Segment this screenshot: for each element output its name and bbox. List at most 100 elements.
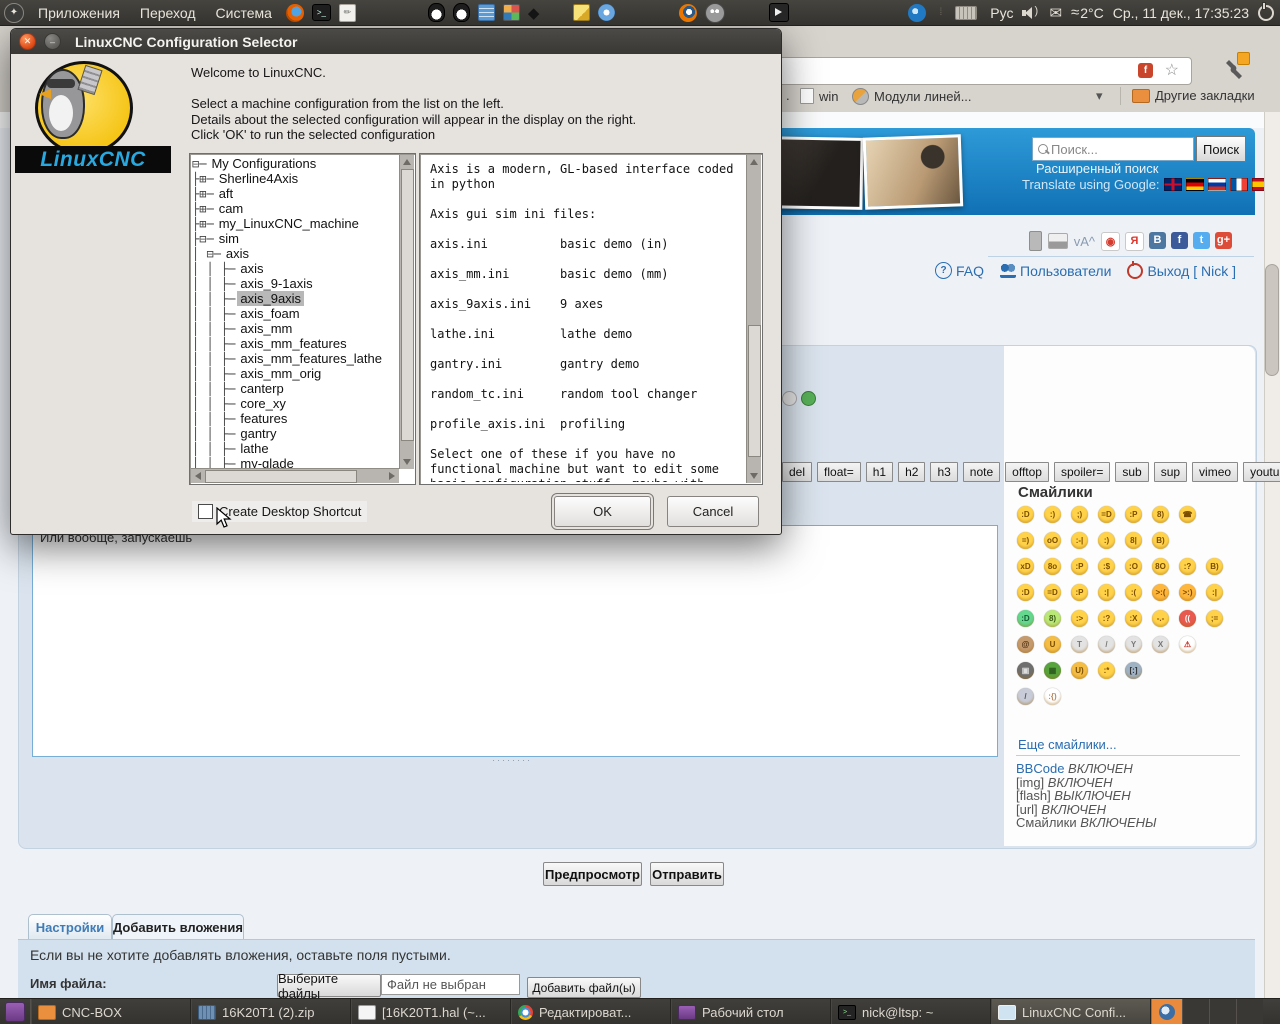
tree-item[interactable]: │ │ ├─ axis_mm_features_lathe — [192, 351, 399, 366]
smiley-icon[interactable]: :* — [1098, 662, 1115, 679]
notes-launcher-icon[interactable] — [477, 4, 495, 21]
tree-hscroll-thumb[interactable] — [205, 470, 357, 483]
description-vscrollbar[interactable] — [746, 155, 761, 483]
smiley-icon[interactable]: T — [1071, 636, 1088, 653]
palette-launcher-icon[interactable] — [502, 4, 520, 21]
smiley-icon[interactable]: ☎ — [1179, 506, 1196, 523]
faq-link[interactable]: ? FAQ — [935, 262, 984, 279]
bbcode-button-sup[interactable]: sup — [1153, 462, 1188, 482]
tree-item[interactable]: │ │ ├─ axis_foam — [192, 306, 399, 321]
tree-item[interactable]: │ │ ├─ axis_mm_orig — [192, 366, 399, 381]
workspace-cell-3[interactable] — [1236, 999, 1263, 1024]
gplus-icon[interactable]: g+ — [1215, 231, 1232, 249]
keyboard-layout-label[interactable]: Рус — [990, 5, 1013, 21]
smiley-icon[interactable]: :) — [1098, 532, 1115, 549]
bbcode-button-h2[interactable]: h2 — [898, 462, 926, 482]
flag-ru-icon[interactable] — [1207, 178, 1226, 191]
file-manager-launcher-icon[interactable] — [769, 3, 790, 22]
tree-item[interactable]: ├⊞─ my_LinuxCNC_machine — [192, 216, 399, 231]
tree-item[interactable]: │ │ ├─ lathe — [192, 441, 399, 456]
mobile-version-icon[interactable] — [1028, 231, 1042, 251]
taskbar-item[interactable]: 16K20T1 (2).zip — [191, 999, 351, 1024]
linuxcnc-launcher-icon[interactable] — [427, 3, 445, 22]
terminal-launcher-icon[interactable]: >_ — [311, 4, 331, 21]
firefox-launcher-icon[interactable] — [285, 3, 304, 22]
bookmark-modules[interactable]: Модули линей... — [852, 88, 972, 105]
smiley-icon[interactable]: (( — [1179, 610, 1196, 627]
bbcode-button-offtop[interactable]: offtop — [1005, 462, 1049, 482]
tree-item[interactable]: ├⊟─ sim — [192, 231, 399, 246]
smiley-icon[interactable]: :) — [1044, 506, 1061, 523]
smiley-icon[interactable]: / — [1017, 688, 1034, 705]
description-vscroll-thumb[interactable] — [748, 325, 761, 457]
scroll-down-icon[interactable] — [750, 473, 758, 479]
smiley-icon[interactable]: 8O — [1152, 558, 1169, 575]
preview-button[interactable]: Предпросмотр — [543, 862, 642, 886]
scroll-left-icon[interactable] — [195, 472, 201, 480]
chevron-down-icon[interactable]: ▾ — [1096, 88, 1103, 104]
smiley-icon[interactable]: :D — [1017, 584, 1034, 601]
tab-add-attachments[interactable]: Добавить вложения — [112, 914, 244, 940]
tree-hscrollbar[interactable] — [191, 468, 399, 483]
tree-item[interactable]: │ │ ├─ axis_9-1axis — [192, 276, 399, 291]
page-scrollbar-thumb[interactable] — [1265, 264, 1279, 376]
smiley-icon[interactable]: ▦ — [1044, 662, 1061, 679]
ok-button[interactable]: OK — [551, 493, 654, 530]
tree-item[interactable]: ⊟─ My Configurations — [192, 156, 399, 171]
smiley-icon[interactable]: :D — [1017, 610, 1034, 627]
smiley-icon[interactable]: 8) — [1152, 506, 1169, 523]
smiley-icon[interactable]: :D — [1017, 506, 1034, 523]
message-textarea[interactable]: Или вообще, запускаешь — [32, 525, 998, 757]
flag-de-icon[interactable] — [1185, 178, 1204, 191]
tree-item[interactable]: │ │ ├─ gantry — [192, 426, 399, 441]
close-icon[interactable]: ✕ — [19, 33, 36, 50]
scroll-right-icon[interactable] — [389, 472, 395, 480]
tree-vscrollbar[interactable] — [399, 155, 414, 469]
weather-indicator[interactable]: ≈ 2°C — [1071, 4, 1104, 21]
textarea-resize-handle[interactable]: ········ — [488, 755, 536, 765]
bbcode-button-sub[interactable]: sub — [1115, 462, 1149, 482]
twitter-icon[interactable]: t — [1193, 231, 1210, 249]
config-tree[interactable]: ⊟─ My Configurations ├⊞─ Sherline4Axis ├⊞─ af… — [189, 153, 416, 485]
smiley-icon[interactable]: :? — [1098, 610, 1115, 627]
bookmark-star-icon[interactable]: ☆ — [1165, 60, 1179, 80]
show-desktop-button[interactable] — [0, 999, 31, 1024]
tree-item[interactable]: ├⊞─ aft — [192, 186, 399, 201]
workspace-cell-1[interactable] — [1182, 999, 1209, 1024]
bbcode-button-del[interactable]: del — [782, 462, 813, 482]
bookmark-win[interactable]: win — [800, 88, 839, 104]
other-bookmarks-folder[interactable]: Другие закладки — [1132, 88, 1255, 103]
audio-icon[interactable]: ◉ — [1101, 231, 1120, 251]
gallery-icon[interactable] — [1047, 233, 1068, 249]
smiley-icon[interactable]: B) — [1206, 558, 1223, 575]
clock-label[interactable]: Ср., 11 дек., 17:35:23 — [1113, 5, 1249, 21]
checkbox-icon[interactable] — [198, 504, 213, 519]
chromium-launcher-icon[interactable] — [598, 4, 616, 21]
tree-item[interactable]: │ │ ├─ canterp — [192, 381, 399, 396]
smiley-icon[interactable]: :P — [1071, 558, 1088, 575]
workspace-cell-2[interactable] — [1209, 999, 1236, 1024]
smiley-icon[interactable]: ▣ — [1017, 662, 1034, 679]
tree-item[interactable]: │ │ ├─ axis — [192, 261, 399, 276]
smiley-icon[interactable]: ⚠ — [1179, 636, 1196, 653]
smiley-icon[interactable]: :| — [1098, 584, 1115, 601]
smiley-icon[interactable]: -.- — [1152, 610, 1169, 627]
smiley-icon[interactable]: :( — [1125, 584, 1142, 601]
advanced-search-link[interactable]: Расширенный поиск — [1036, 161, 1158, 176]
taskbar-item[interactable]: >_ nick@ltsp: ~ — [831, 999, 991, 1024]
flag-uk-icon[interactable] — [1163, 178, 1182, 191]
tree-item[interactable]: │ ⊟─ axis — [192, 246, 399, 261]
bbcode-button-vimeo[interactable]: vimeo — [1192, 462, 1239, 482]
logout-link[interactable]: Выход [ Nick ] — [1127, 260, 1236, 279]
yandex-icon[interactable]: Я — [1125, 231, 1144, 251]
tree-item[interactable]: ├⊞─ Sherline4Axis — [192, 171, 399, 186]
submit-button[interactable]: Отправить — [650, 862, 724, 886]
taskbar-item[interactable]: [16K20T1.hal (~... — [351, 999, 511, 1024]
smiley-icon[interactable]: Y — [1125, 636, 1142, 653]
bbcode-button-float=[interactable]: float= — [817, 462, 861, 482]
font-color-icon[interactable] — [782, 391, 797, 406]
panel-menu-Переход[interactable]: Переход — [130, 0, 206, 25]
forum-search-input[interactable]: Поиск... — [1032, 137, 1194, 161]
add-files-button[interactable]: Добавить файл(ы) — [527, 977, 641, 998]
smiley-icon[interactable]: ;) — [1071, 506, 1088, 523]
